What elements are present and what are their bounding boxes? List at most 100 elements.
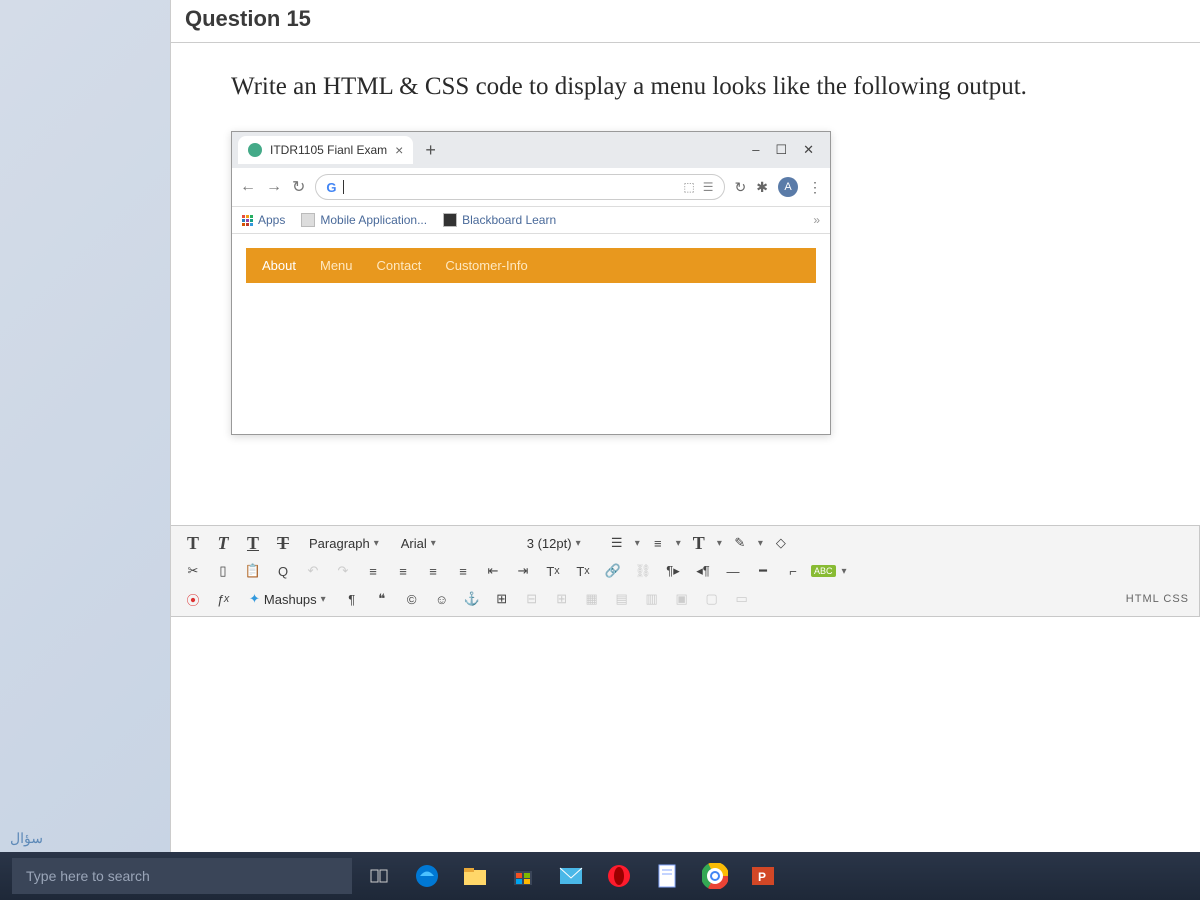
highlight-button[interactable]: ✎	[728, 532, 752, 554]
align-center-button[interactable]: ≡	[391, 560, 415, 582]
mobile-app-bookmark[interactable]: Mobile Application...	[301, 213, 427, 227]
chevron-down-icon: ▾	[576, 538, 581, 549]
number-list-button[interactable]: ≡	[646, 532, 670, 554]
font-select[interactable]: Arial ▾	[393, 534, 513, 553]
explorer-icon[interactable]	[452, 856, 498, 896]
minimize-button[interactable]: –	[752, 142, 759, 158]
menu-item-about[interactable]: About	[262, 258, 296, 273]
table-split-button[interactable]: ▥	[640, 588, 664, 610]
paragraph-select[interactable]: Paragraph ▾	[301, 534, 387, 553]
browser-tab[interactable]: ITDR1105 Fianl Exam ×	[238, 136, 413, 164]
task-view-icon[interactable]	[356, 856, 402, 896]
chevron-down-icon: ▾	[758, 538, 763, 549]
powerpoint-icon[interactable]: P	[740, 856, 786, 896]
menu-icon[interactable]: ⋮	[808, 179, 822, 196]
clearformat-button[interactable]: ◇	[769, 532, 793, 554]
tab-title: ITDR1105 Fianl Exam	[270, 143, 387, 157]
window-controls: – ☐ ✕	[752, 142, 824, 158]
text-cursor	[343, 180, 344, 194]
chevron-down-icon: ▾	[842, 566, 847, 577]
address-bar[interactable]: G ⬚ ☰	[315, 174, 724, 200]
underline-button[interactable]: T	[241, 532, 265, 554]
record-button[interactable]: ⦿	[181, 588, 205, 610]
address-right-icons: ⬚ ☰	[683, 180, 713, 194]
nbsp-button[interactable]: ⌐	[781, 560, 805, 582]
back-button[interactable]: ←	[240, 178, 256, 196]
subscript-button[interactable]: Tx	[571, 560, 595, 582]
forward-button[interactable]: →	[266, 178, 282, 196]
indent-left-button[interactable]: ⇤	[481, 560, 505, 582]
toolbar-row-3: ⦿ ƒx ✦ Mashups ▾ ¶ ❝ © ☺ ⚓ ⊞ ⊟ ⊞ ▦ ▤ ▥ ▣…	[181, 588, 1189, 610]
copy-button[interactable]: ▯	[211, 560, 235, 582]
chevron-down-icon: ▾	[717, 538, 722, 549]
unlink-button[interactable]: ⛓	[631, 560, 655, 582]
quote-button[interactable]: ❝	[370, 588, 394, 610]
rtl-button[interactable]: ◂¶	[691, 560, 715, 582]
content-area: Question 15 Write an HTML & CSS code to …	[170, 0, 1200, 900]
emoji-button[interactable]: ☺	[430, 588, 454, 610]
profile-avatar[interactable]: A	[778, 177, 798, 197]
bookmark-icon	[443, 213, 457, 227]
table-merge-button[interactable]: ▤	[610, 588, 634, 610]
bookmarks-overflow[interactable]: »	[813, 213, 820, 227]
link-button[interactable]: 🔗	[601, 560, 625, 582]
align-justify-button[interactable]: ≡	[451, 560, 475, 582]
anchor-button[interactable]: ⚓	[460, 588, 484, 610]
find-button[interactable]: Q	[271, 560, 295, 582]
page-viewport: About Menu Contact Customer-Info	[232, 234, 830, 434]
bullet-list-button[interactable]: ☰	[605, 532, 629, 554]
table-row-button[interactable]: ⊟	[520, 588, 544, 610]
superscript-button[interactable]: Tx	[541, 560, 565, 582]
notepad-icon[interactable]	[644, 856, 690, 896]
reload-button[interactable]: ↻	[292, 177, 305, 197]
windows-taskbar: Type here to search P	[0, 852, 1200, 900]
indent-right-button[interactable]: ⇥	[511, 560, 535, 582]
extensions-icon[interactable]: ✱	[756, 179, 768, 196]
table-button[interactable]: ⊞	[490, 588, 514, 610]
menu-item-customer[interactable]: Customer-Info	[445, 258, 527, 273]
mail-icon[interactable]	[548, 856, 594, 896]
show-blocks-button[interactable]: ¶	[340, 588, 364, 610]
align-right-button[interactable]: ≡	[421, 560, 445, 582]
fx-button[interactable]: ƒx	[211, 588, 235, 610]
translate-icon[interactable]: ⬚	[683, 180, 694, 194]
paste-button[interactable]: 📋	[241, 560, 265, 582]
bold-button[interactable]: T	[181, 532, 205, 554]
tab-close-icon[interactable]: ×	[395, 142, 403, 158]
chevron-down-icon: ▾	[431, 538, 436, 549]
ltr-button[interactable]: ¶▸	[661, 560, 685, 582]
copyright-button[interactable]: ©	[400, 588, 424, 610]
redo-button[interactable]: ↷	[331, 560, 355, 582]
maximize-button[interactable]: ☐	[775, 142, 787, 158]
mashups-select[interactable]: ✦ Mashups ▾	[241, 589, 334, 609]
hr-thick-button[interactable]: ━	[751, 560, 775, 582]
italic-button[interactable]: T	[211, 532, 235, 554]
store-icon[interactable]	[500, 856, 546, 896]
insert-image-button[interactable]: ▢	[700, 588, 724, 610]
fontsize-select[interactable]: 3 (12pt) ▾	[519, 534, 599, 553]
blackboard-bookmark[interactable]: Blackboard Learn	[443, 213, 556, 227]
html-css-toggle[interactable]: HTML CSS	[1126, 593, 1189, 605]
spellcheck-button[interactable]: ABC	[811, 565, 836, 577]
cut-button[interactable]: ✂	[181, 560, 205, 582]
edge-icon[interactable]	[404, 856, 450, 896]
table-cell-button[interactable]: ▦	[580, 588, 604, 610]
new-tab-button[interactable]: +	[417, 140, 444, 161]
align-left-button[interactable]: ≡	[361, 560, 385, 582]
close-button[interactable]: ✕	[803, 142, 814, 158]
sync-icon[interactable]: ↻	[735, 179, 747, 196]
taskbar-search[interactable]: Type here to search	[12, 858, 352, 894]
menu-item-contact[interactable]: Contact	[377, 258, 422, 273]
chrome-icon[interactable]	[692, 856, 738, 896]
menu-item-menu[interactable]: Menu	[320, 258, 353, 273]
strikethrough-button[interactable]: T	[271, 532, 295, 554]
apps-bookmark[interactable]: Apps	[242, 213, 285, 227]
insert-media-button[interactable]: ▭	[730, 588, 754, 610]
table-col-button[interactable]: ⊞	[550, 588, 574, 610]
table-delete-button[interactable]: ▣	[670, 588, 694, 610]
hr-thin-button[interactable]: —	[721, 560, 745, 582]
undo-button[interactable]: ↶	[301, 560, 325, 582]
reader-icon[interactable]: ☰	[703, 180, 714, 194]
opera-icon[interactable]	[596, 856, 642, 896]
textcolor-button[interactable]: T	[687, 532, 711, 554]
